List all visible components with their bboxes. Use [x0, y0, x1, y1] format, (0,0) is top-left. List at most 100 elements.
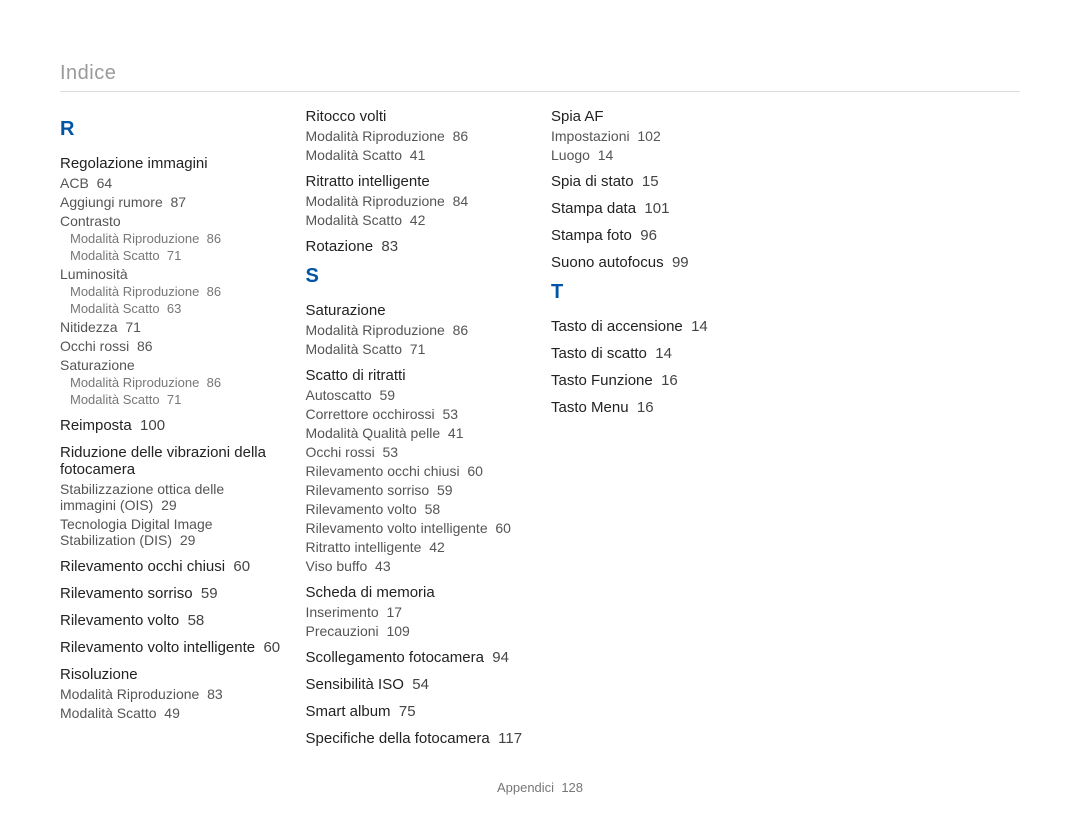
- index-entry-head[interactable]: Regolazione immagini: [60, 155, 284, 172]
- index-entry[interactable]: Scatto di ritratti Autoscatto 59 Correttor…: [306, 367, 530, 574]
- index-entry-head[interactable]: Spia di stato 15: [551, 173, 775, 190]
- index-entry-page: 14: [655, 345, 672, 362]
- index-entry[interactable]: Tasto Menu 16: [551, 399, 775, 416]
- index-entry-head[interactable]: Ritratto intelligente: [306, 173, 530, 190]
- index-entry-head[interactable]: Saturazione: [306, 302, 530, 319]
- index-subentry[interactable]: Luminosità: [60, 266, 284, 282]
- index-subentry[interactable]: Inserimento 17: [306, 604, 530, 620]
- index-subentry[interactable]: Rilevamento occhi chiusi 60: [306, 463, 530, 479]
- index-entry[interactable]: SaturazioneModalità Riproduzione 86Modal…: [306, 302, 530, 357]
- index-subentry[interactable]: Viso buffo 43: [306, 558, 530, 574]
- index-subsubentry[interactable]: Modalità Scatto 63: [70, 301, 284, 316]
- index-entry-label: Rilevamento volto intelligente: [60, 639, 255, 656]
- index-entry[interactable]: Ritratto intelligente Modalità Riproduzio…: [306, 173, 530, 228]
- index-entry-head[interactable]: Riduzione delle vibrazioni della fotocam…: [60, 444, 284, 478]
- index-subsubentry[interactable]: Modalità Scatto 71: [70, 248, 284, 263]
- index-subsubentry[interactable]: Modalità Riproduzione 86: [70, 231, 284, 246]
- index-subentry[interactable]: Modalità Scatto 41: [306, 147, 530, 163]
- index-entry[interactable]: Sensibilità ISO 54: [306, 676, 530, 693]
- index-entry-head[interactable]: Tasto Funzione 16: [551, 372, 775, 389]
- index-subentry[interactable]: Modalità Riproduzione 84: [306, 193, 530, 209]
- index-subentry-page: 17: [386, 604, 402, 620]
- index-entry[interactable]: Suono autofocus 99: [551, 254, 775, 271]
- index-subentry[interactable]: Modalità Scatto 71: [306, 341, 530, 357]
- index-entry-head[interactable]: Scollegamento fotocamera 94: [306, 649, 530, 666]
- index-entry[interactable]: Scheda di memoria Inserimento 17 Precauzio…: [306, 584, 530, 639]
- index-entry-head[interactable]: Ritocco volti: [306, 108, 530, 125]
- index-entry-page: 14: [691, 318, 708, 335]
- index-entry-head[interactable]: Tasto di accensione 14: [551, 318, 775, 335]
- index-entry-head[interactable]: Rilevamento volto 58: [60, 612, 284, 629]
- index-subentry[interactable]: Impostazioni 102: [551, 128, 775, 144]
- index-entry-head[interactable]: Rilevamento occhi chiusi 60: [60, 558, 284, 575]
- index-subentry[interactable]: ACB 64: [60, 175, 284, 191]
- index-subentry[interactable]: Rilevamento volto intelligente 60: [306, 520, 530, 536]
- index-entry-head[interactable]: Spia AF: [551, 108, 775, 125]
- index-entry-head[interactable]: Rilevamento sorriso 59: [60, 585, 284, 602]
- index-subentry[interactable]: Precauzioni 109: [306, 623, 530, 639]
- index-subentry[interactable]: Luogo 14: [551, 147, 775, 163]
- index-subentry[interactable]: Modalità Riproduzione 86: [306, 128, 530, 144]
- index-entry[interactable]: Specifiche della fotocamera 117: [306, 730, 530, 747]
- index-subentry-label: Modalità Riproduzione: [306, 322, 445, 338]
- index-entry[interactable]: Risoluzione Modalità Riproduzione 83 Modal…: [60, 666, 284, 721]
- index-entry-head[interactable]: Suono autofocus 99: [551, 254, 775, 271]
- index-entry[interactable]: Stampa foto 96: [551, 227, 775, 244]
- index-subentry[interactable]: Ritratto intelligente 42: [306, 539, 530, 555]
- index-subentry-page: 86: [453, 128, 469, 144]
- index-entry-head[interactable]: Tasto Menu 16: [551, 399, 775, 416]
- index-entry[interactable]: Scollegamento fotocamera 94: [306, 649, 530, 666]
- index-entry-label: Tasto Menu: [551, 399, 629, 416]
- index-subentry[interactable]: Correttore occhirossi 53: [306, 406, 530, 422]
- index-entry[interactable]: Riduzione delle vibrazioni della fotocam…: [60, 444, 284, 548]
- index-entry[interactable]: Tasto di accensione 14: [551, 318, 775, 335]
- index-entry[interactable]: Ritocco volti Modalità Riproduzione 86 Mod…: [306, 108, 530, 163]
- index-entry[interactable]: Rotazione 83: [306, 238, 530, 255]
- index-subentry[interactable]: Modalità Qualità pelle 41: [306, 425, 530, 441]
- index-subentry[interactable]: Occhi rossi 86: [60, 338, 284, 354]
- index-subentry[interactable]: Autoscatto 59: [306, 387, 530, 403]
- index-entry-head[interactable]: Smart album 75: [306, 703, 530, 720]
- index-subentry[interactable]: Contrasto: [60, 213, 284, 229]
- index-subentry[interactable]: Stabilizzazione ottica delle immagini (O…: [60, 481, 284, 513]
- index-entry-head[interactable]: Reimposta 100: [60, 417, 284, 434]
- index-entry[interactable]: Tasto Funzione 16: [551, 372, 775, 389]
- index-entry-head[interactable]: Scheda di memoria: [306, 584, 530, 601]
- index-subentry[interactable]: Occhi rossi 53: [306, 444, 530, 460]
- index-entry-head[interactable]: Scatto di ritratti: [306, 367, 530, 384]
- index-entry[interactable]: Spia AF Impostazioni 102 Luogo 14: [551, 108, 775, 163]
- index-subentry[interactable]: Tecnologia Digital Image Stabilization (…: [60, 516, 284, 548]
- index-entry[interactable]: Rilevamento volto intelligente 60: [60, 639, 284, 656]
- index-entry-head[interactable]: Tasto di scatto 14: [551, 345, 775, 362]
- index-entry-head[interactable]: Rotazione 83: [306, 238, 530, 255]
- index-subentry[interactable]: Rilevamento volto 58: [306, 501, 530, 517]
- index-subentry[interactable]: Modalità Riproduzione 83: [60, 686, 284, 702]
- index-entry[interactable]: Reimposta 100: [60, 417, 284, 434]
- index-subentry[interactable]: Nitidezza 71: [60, 319, 284, 335]
- index-entry-head[interactable]: Sensibilità ISO 54: [306, 676, 530, 693]
- index-entry[interactable]: Rilevamento occhi chiusi 60: [60, 558, 284, 575]
- index-subentry[interactable]: Modalità Scatto 42: [306, 212, 530, 228]
- index-entry-head[interactable]: Stampa data 101: [551, 200, 775, 217]
- index-entry[interactable]: Regolazione immagini ACB 64 Aggiungi rumor…: [60, 155, 284, 407]
- index-subentry-label: Saturazione: [60, 357, 135, 373]
- index-entry-head[interactable]: Specifiche della fotocamera 117: [306, 730, 530, 747]
- index-subsubentry[interactable]: Modalità Riproduzione 86: [70, 284, 284, 299]
- index-subentry[interactable]: Aggiungi rumore 87: [60, 194, 284, 210]
- index-entry[interactable]: Spia di stato 15: [551, 173, 775, 190]
- index-entry-label: Spia di stato: [551, 173, 634, 190]
- index-entry-head[interactable]: Rilevamento volto intelligente 60: [60, 639, 284, 656]
- index-entry[interactable]: Stampa data 101: [551, 200, 775, 217]
- index-subentry[interactable]: Saturazione: [60, 357, 284, 373]
- index-entry[interactable]: Smart album 75: [306, 703, 530, 720]
- index-subentry[interactable]: Modalità Riproduzione 86: [306, 322, 530, 338]
- index-subentry[interactable]: Modalità Scatto 49: [60, 705, 284, 721]
- index-entry-head[interactable]: Risoluzione: [60, 666, 284, 683]
- index-subsubentry[interactable]: Modalità Riproduzione 86: [70, 375, 284, 390]
- index-subentry[interactable]: Rilevamento sorriso 59: [306, 482, 530, 498]
- index-entry-head[interactable]: Stampa foto 96: [551, 227, 775, 244]
- index-subsubentry[interactable]: Modalità Scatto 71: [70, 392, 284, 407]
- index-entry[interactable]: Rilevamento volto 58: [60, 612, 284, 629]
- index-entry[interactable]: Tasto di scatto 14: [551, 345, 775, 362]
- index-entry[interactable]: Rilevamento sorriso 59: [60, 585, 284, 602]
